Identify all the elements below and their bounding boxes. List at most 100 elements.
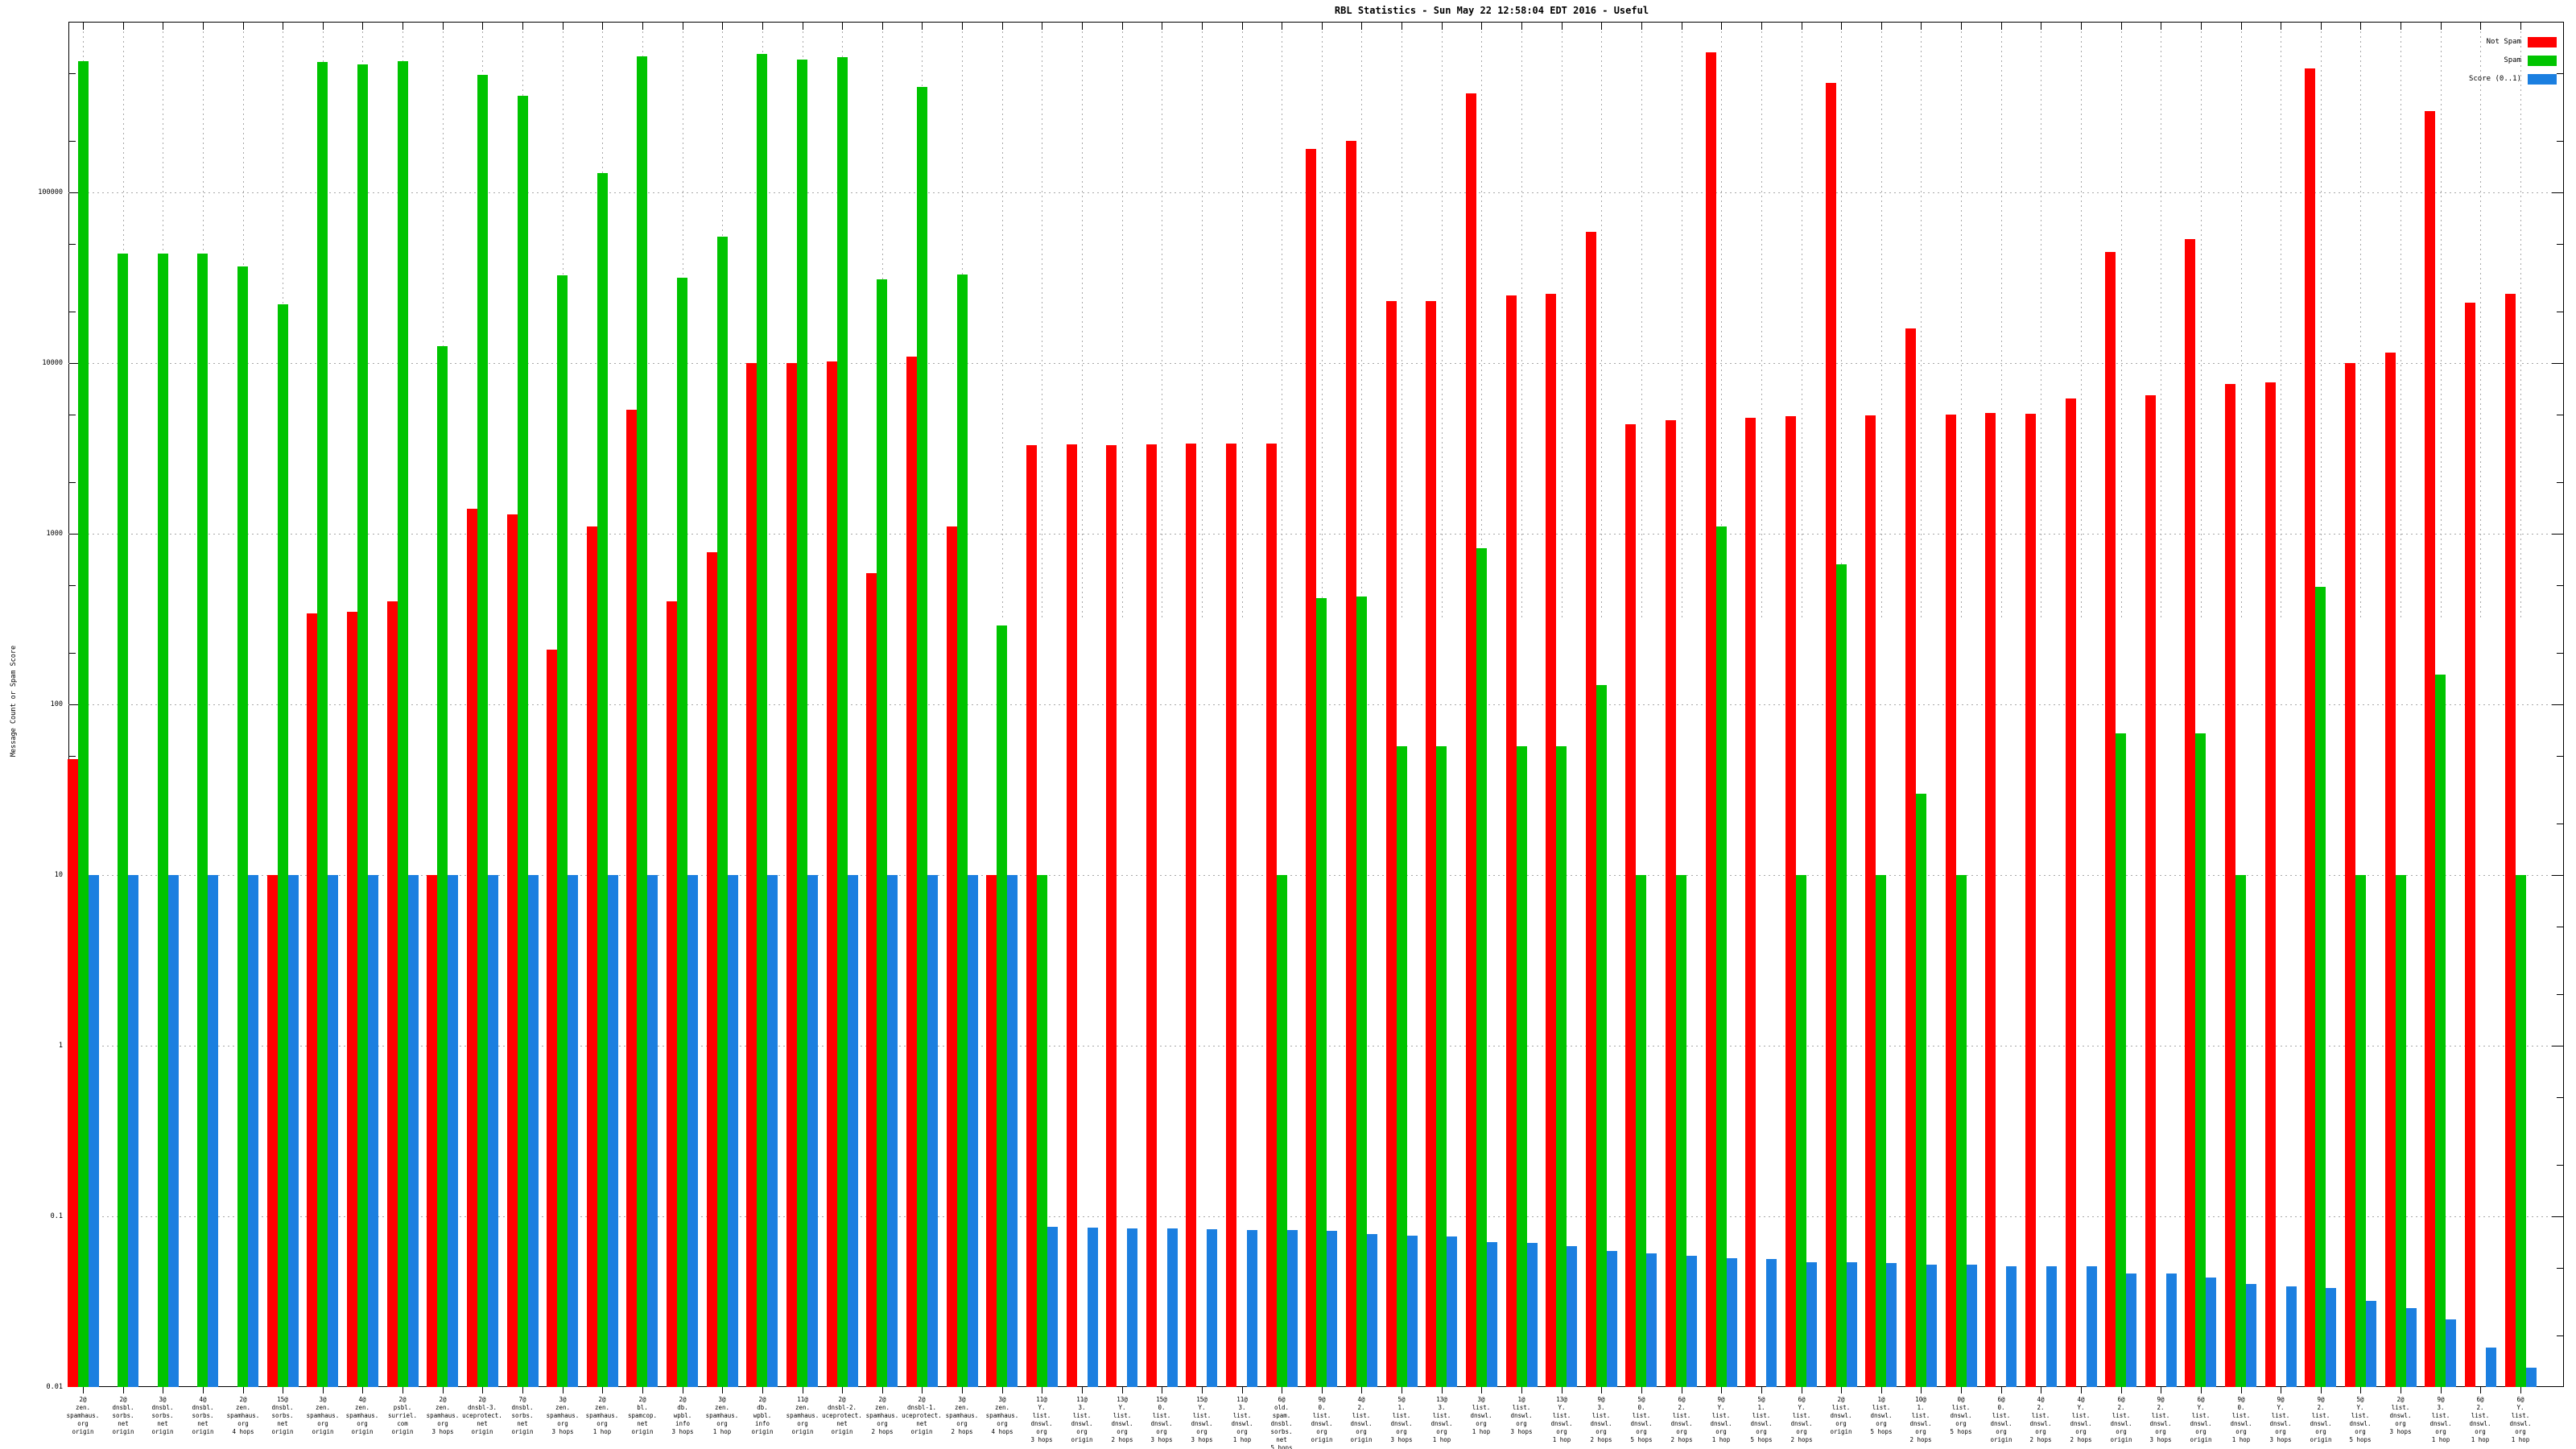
bar-score bbox=[1447, 1236, 1457, 1387]
bar-score bbox=[128, 875, 138, 1387]
bar-not_spam bbox=[2105, 251, 2116, 1387]
bar-not_spam bbox=[1586, 231, 1596, 1387]
bar-not_spam bbox=[667, 601, 677, 1387]
bar-not_spam bbox=[947, 526, 957, 1387]
x-gridline bbox=[2081, 22, 2082, 620]
y-minor-tick-mark bbox=[69, 72, 76, 74]
x-gridline bbox=[2520, 22, 2521, 620]
x-gridline bbox=[2360, 22, 2361, 620]
x-gridline bbox=[1961, 22, 1962, 620]
x-tick-mark-bottom bbox=[2360, 1387, 2361, 1393]
y-minor-tick-mark bbox=[2557, 1335, 2563, 1337]
x-tick-mark-bottom bbox=[482, 1387, 483, 1393]
bar-not_spam bbox=[1386, 301, 1397, 1387]
x-tick-mark-bottom bbox=[1961, 1387, 1962, 1393]
bar-spam bbox=[1517, 745, 1527, 1387]
bar-spam bbox=[557, 275, 568, 1387]
x-tick-mark-top bbox=[882, 22, 883, 30]
y-tick-mark bbox=[2552, 1216, 2563, 1217]
bar-spam bbox=[2315, 586, 2326, 1387]
y-minor-tick-mark bbox=[69, 755, 76, 757]
x-tick-mark-top bbox=[1761, 22, 1762, 30]
x-tick-mark-bottom bbox=[1881, 1387, 1882, 1393]
bar-spam bbox=[1397, 745, 1407, 1387]
x-gridline bbox=[2001, 22, 2002, 620]
bar-spam bbox=[1676, 875, 1686, 1387]
x-tick-mark-top bbox=[243, 22, 244, 30]
x-gridline bbox=[1641, 22, 1642, 620]
x-tick-mark-bottom bbox=[2321, 1387, 2322, 1393]
bar-not_spam bbox=[507, 514, 518, 1387]
bar-not_spam bbox=[1466, 93, 1476, 1387]
x-tick-mark-top bbox=[1601, 22, 1602, 30]
x-tick-mark-bottom bbox=[1242, 1387, 1243, 1393]
bar-spam bbox=[837, 57, 848, 1387]
bar-spam bbox=[597, 172, 608, 1387]
bar-score bbox=[1088, 1227, 1098, 1387]
x-gridline bbox=[1562, 22, 1563, 620]
x-tick-mark-bottom bbox=[2081, 1387, 2082, 1393]
y-axis-tick-label: 1 bbox=[58, 1042, 63, 1050]
bar-spam bbox=[2195, 733, 2206, 1387]
bar-score bbox=[89, 875, 99, 1387]
x-tick-mark-top bbox=[362, 22, 363, 30]
bar-score bbox=[927, 875, 938, 1387]
x-tick-mark-top bbox=[482, 22, 483, 30]
x-gridline bbox=[1481, 22, 1482, 620]
x-tick-mark-top bbox=[1322, 22, 1323, 30]
y-minor-tick-mark bbox=[69, 653, 76, 654]
bar-score bbox=[1527, 1242, 1538, 1387]
bar-score bbox=[687, 875, 698, 1387]
bar-score bbox=[1567, 1245, 1577, 1387]
x-tick-mark-top bbox=[522, 22, 523, 30]
y-minor-tick-mark bbox=[2557, 994, 2563, 996]
bar-score bbox=[807, 875, 818, 1387]
bar-spam bbox=[2516, 875, 2526, 1387]
bar-not_spam bbox=[2505, 293, 2516, 1387]
bar-not_spam bbox=[1706, 52, 1716, 1387]
bar-score bbox=[1127, 1228, 1137, 1387]
x-tick-mark-top bbox=[2001, 22, 2002, 30]
x-tick-mark-top bbox=[722, 22, 723, 30]
bar-not_spam bbox=[906, 357, 917, 1387]
bar-not_spam bbox=[587, 526, 597, 1387]
x-gridline bbox=[1841, 22, 1842, 620]
x-gridline bbox=[1921, 22, 1922, 620]
x-tick-mark-bottom bbox=[962, 1387, 963, 1393]
bar-not_spam bbox=[1865, 415, 1876, 1387]
x-tick-mark-bottom bbox=[1202, 1387, 1203, 1393]
x-tick-mark-bottom bbox=[243, 1387, 244, 1393]
y-minor-tick-mark bbox=[69, 584, 76, 586]
x-tick-mark-top bbox=[1002, 22, 1003, 30]
y-minor-tick-mark bbox=[2557, 1267, 2563, 1269]
bar-spam bbox=[1476, 548, 1487, 1387]
bar-not_spam bbox=[2145, 394, 2156, 1387]
bar-not_spam bbox=[986, 875, 997, 1387]
x-tick-mark-top bbox=[642, 22, 643, 30]
x-tick-mark-bottom bbox=[83, 1387, 84, 1393]
bar-not_spam bbox=[2265, 382, 2276, 1387]
x-gridline bbox=[2441, 22, 2442, 620]
bar-spam bbox=[637, 56, 647, 1387]
bar-spam bbox=[1796, 875, 1806, 1387]
bar-score bbox=[728, 875, 738, 1387]
x-tick-mark-top bbox=[1841, 22, 1842, 30]
x-tick-mark-top bbox=[1361, 22, 1362, 30]
x-gridline bbox=[2241, 22, 2242, 620]
bar-spam bbox=[78, 60, 89, 1387]
x-tick-mark-top bbox=[1562, 22, 1563, 30]
x-tick-mark-top bbox=[762, 22, 763, 30]
bar-spam bbox=[1277, 875, 1287, 1387]
y-tick-mark bbox=[2552, 363, 2563, 364]
bar-score bbox=[408, 875, 419, 1387]
x-tick-mark-bottom bbox=[522, 1387, 523, 1393]
bar-spam bbox=[477, 74, 488, 1387]
x-tick-mark-top bbox=[1521, 22, 1522, 30]
x-gridline bbox=[1242, 22, 1243, 620]
bar-spam bbox=[877, 279, 887, 1387]
x-tick-mark-top bbox=[123, 22, 124, 30]
y-axis-tick-label: 100 bbox=[50, 700, 63, 708]
y-axis-tick-label: 0.1 bbox=[50, 1212, 63, 1220]
bar-not_spam bbox=[1946, 414, 1956, 1387]
bar-score bbox=[2486, 1348, 2496, 1387]
